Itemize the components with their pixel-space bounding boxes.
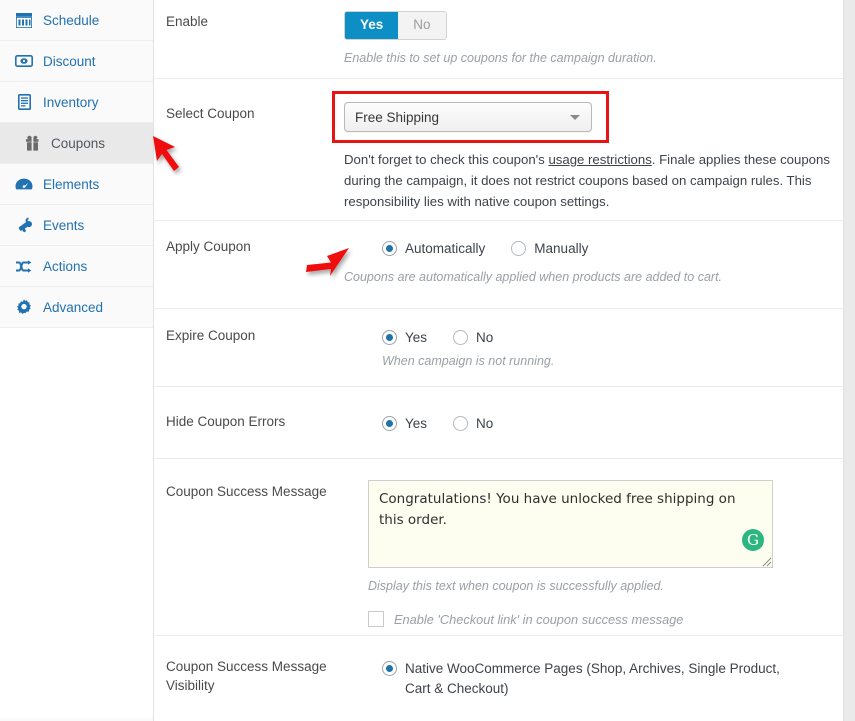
gauge-icon (14, 176, 34, 192)
apply-coupon-manually-label: Manually (534, 241, 589, 256)
sidebar-item-schedule[interactable]: Schedule (0, 0, 153, 41)
field-select-coupon: Free Shipping Don't forget to check this… (332, 79, 855, 220)
row-hide-coupon-errors: Hide Coupon Errors Yes No (154, 387, 855, 459)
row-enable: Enable Yes No Enable this to set up coup… (154, 0, 855, 79)
enable-toggle-no[interactable]: No (398, 12, 446, 39)
sidebar-nav: Schedule Discount Inventory Coupons Elem… (0, 0, 154, 721)
checkout-link-checkbox-label: Enable 'Checkout link' in coupon success… (394, 611, 684, 627)
field-expire-coupon: Yes No When campaign is not running. (344, 309, 855, 386)
sidebar-item-label: Advanced (43, 299, 104, 315)
radio-button[interactable] (382, 416, 397, 431)
expire-coupon-option-yes[interactable]: Yes (382, 328, 427, 348)
expire-coupon-option-no[interactable]: No (453, 328, 493, 348)
select-coupon-value: Free Shipping (355, 109, 440, 125)
settings-screen: Schedule Discount Inventory Coupons Elem… (0, 0, 855, 721)
usage-restrictions-link[interactable]: usage restrictions (548, 152, 651, 167)
sidebar-item-label: Events (43, 217, 85, 233)
clipboard-icon (14, 94, 34, 110)
expire-coupon-hint: When campaign is not running. (382, 354, 555, 368)
sidebar-item-label: Inventory (43, 94, 99, 110)
apply-coupon-option-manually[interactable]: Manually (511, 239, 588, 259)
field-label-coupon-success-message: Coupon Success Message (166, 484, 327, 499)
row-select-coupon: Select Coupon Free Shipping Don't forget… (154, 79, 855, 221)
megaphone-icon (14, 217, 34, 233)
field-label-enable: Enable (166, 14, 209, 29)
sidebar-item-inventory[interactable]: Inventory (0, 82, 153, 123)
coupons-settings-panel: Enable Yes No Enable this to set up coup… (154, 0, 855, 721)
expire-coupon-yes-label: Yes (405, 330, 428, 345)
sidebar-item-events[interactable]: Events (0, 205, 153, 246)
expire-coupon-no-label: No (476, 330, 494, 345)
page-right-gutter (843, 0, 855, 721)
radio-button[interactable] (382, 330, 397, 345)
select-coupon-description: Don't forget to check this coupon's usag… (344, 149, 834, 212)
field-coupon-success-message: Congratulations! You have unlocked free … (368, 459, 855, 635)
sidebar-item-advanced[interactable]: Advanced (0, 287, 153, 328)
radio-button[interactable] (382, 241, 397, 256)
field-apply-coupon: Automatically Manually Coupons are autom… (344, 221, 855, 308)
sidebar-item-label: Elements (43, 176, 100, 192)
radio-button[interactable] (453, 330, 469, 345)
radio-button[interactable] (453, 416, 469, 431)
gear-icon (14, 299, 34, 315)
enable-hint: Enable this to set up coupons for the ca… (344, 51, 657, 65)
field-hide-coupon-errors: Yes No (344, 387, 855, 458)
radio-button[interactable] (382, 661, 397, 676)
sidebar-item-coupons[interactable]: Coupons (0, 123, 153, 164)
radio-button[interactable] (511, 241, 527, 256)
field-label-expire-coupon: Expire Coupon (166, 328, 256, 343)
field-label-apply-coupon: Apply Coupon (166, 239, 251, 254)
shuffle-icon (14, 258, 34, 274)
chevron-down-icon (570, 115, 580, 120)
visibility-option-native-woocommerce[interactable]: Native WooCommerce Pages (Shop, Archives… (382, 659, 802, 699)
field-enable: Yes No Enable this to set up coupons for… (344, 0, 855, 78)
field-label-hide-coupon-errors: Hide Coupon Errors (166, 414, 286, 429)
sidebar-item-label: Schedule (43, 12, 100, 28)
select-coupon-dropdown[interactable]: Free Shipping (344, 102, 592, 132)
row-expire-coupon: Expire Coupon Yes No When campaign is no… (154, 309, 855, 387)
checkout-link-checkbox[interactable] (368, 611, 384, 627)
grammarly-icon[interactable]: G (742, 529, 764, 551)
sidebar-item-elements[interactable]: Elements (0, 164, 153, 205)
checkout-link-checkbox-row[interactable]: Enable 'Checkout link' in coupon success… (368, 611, 855, 627)
apply-coupon-hint: Coupons are automatically applied when p… (344, 270, 723, 284)
apply-coupon-automatically-label: Automatically (405, 241, 486, 256)
sidebar-item-label: Actions (43, 258, 88, 274)
money-bill-icon (14, 53, 34, 69)
sidebar-item-label: Discount (43, 53, 96, 69)
hide-coupon-errors-yes-label: Yes (405, 416, 428, 431)
hide-coupon-errors-option-yes[interactable]: Yes (382, 414, 427, 434)
visibility-native-label: Native WooCommerce Pages (Shop, Archives… (405, 661, 780, 696)
row-coupon-success-message: Coupon Success Message Congratulations! … (154, 459, 855, 636)
row-coupon-success-visibility: Coupon Success Message Visibility Native… (154, 636, 855, 721)
enable-toggle[interactable]: Yes No (344, 11, 447, 40)
apply-coupon-option-automatically[interactable]: Automatically (382, 239, 485, 259)
coupon-success-message-input[interactable]: Congratulations! You have unlocked free … (368, 480, 773, 568)
row-apply-coupon: Apply Coupon Automatically Manually Coup… (154, 221, 855, 309)
desc-text-before: Don't forget to check this coupon's (344, 152, 549, 167)
sidebar-item-actions[interactable]: Actions (0, 246, 153, 287)
hide-coupon-errors-no-label: No (476, 416, 494, 431)
coupon-success-message-hint: Display this text when coupon is success… (368, 579, 664, 593)
hide-coupon-errors-option-no[interactable]: No (453, 414, 493, 434)
field-label-select-coupon: Select Coupon (166, 106, 255, 121)
enable-toggle-yes[interactable]: Yes (345, 12, 399, 39)
calendar-icon (14, 12, 34, 28)
sidebar-item-discount[interactable]: Discount (0, 41, 153, 82)
sidebar-item-label: Coupons (51, 135, 106, 151)
field-label-coupon-success-visibility: Coupon Success Message Visibility (166, 659, 327, 693)
sidebar-empty-area (0, 328, 153, 718)
field-coupon-success-visibility: Native WooCommerce Pages (Shop, Archives… (344, 636, 855, 721)
gift-icon (22, 135, 42, 151)
